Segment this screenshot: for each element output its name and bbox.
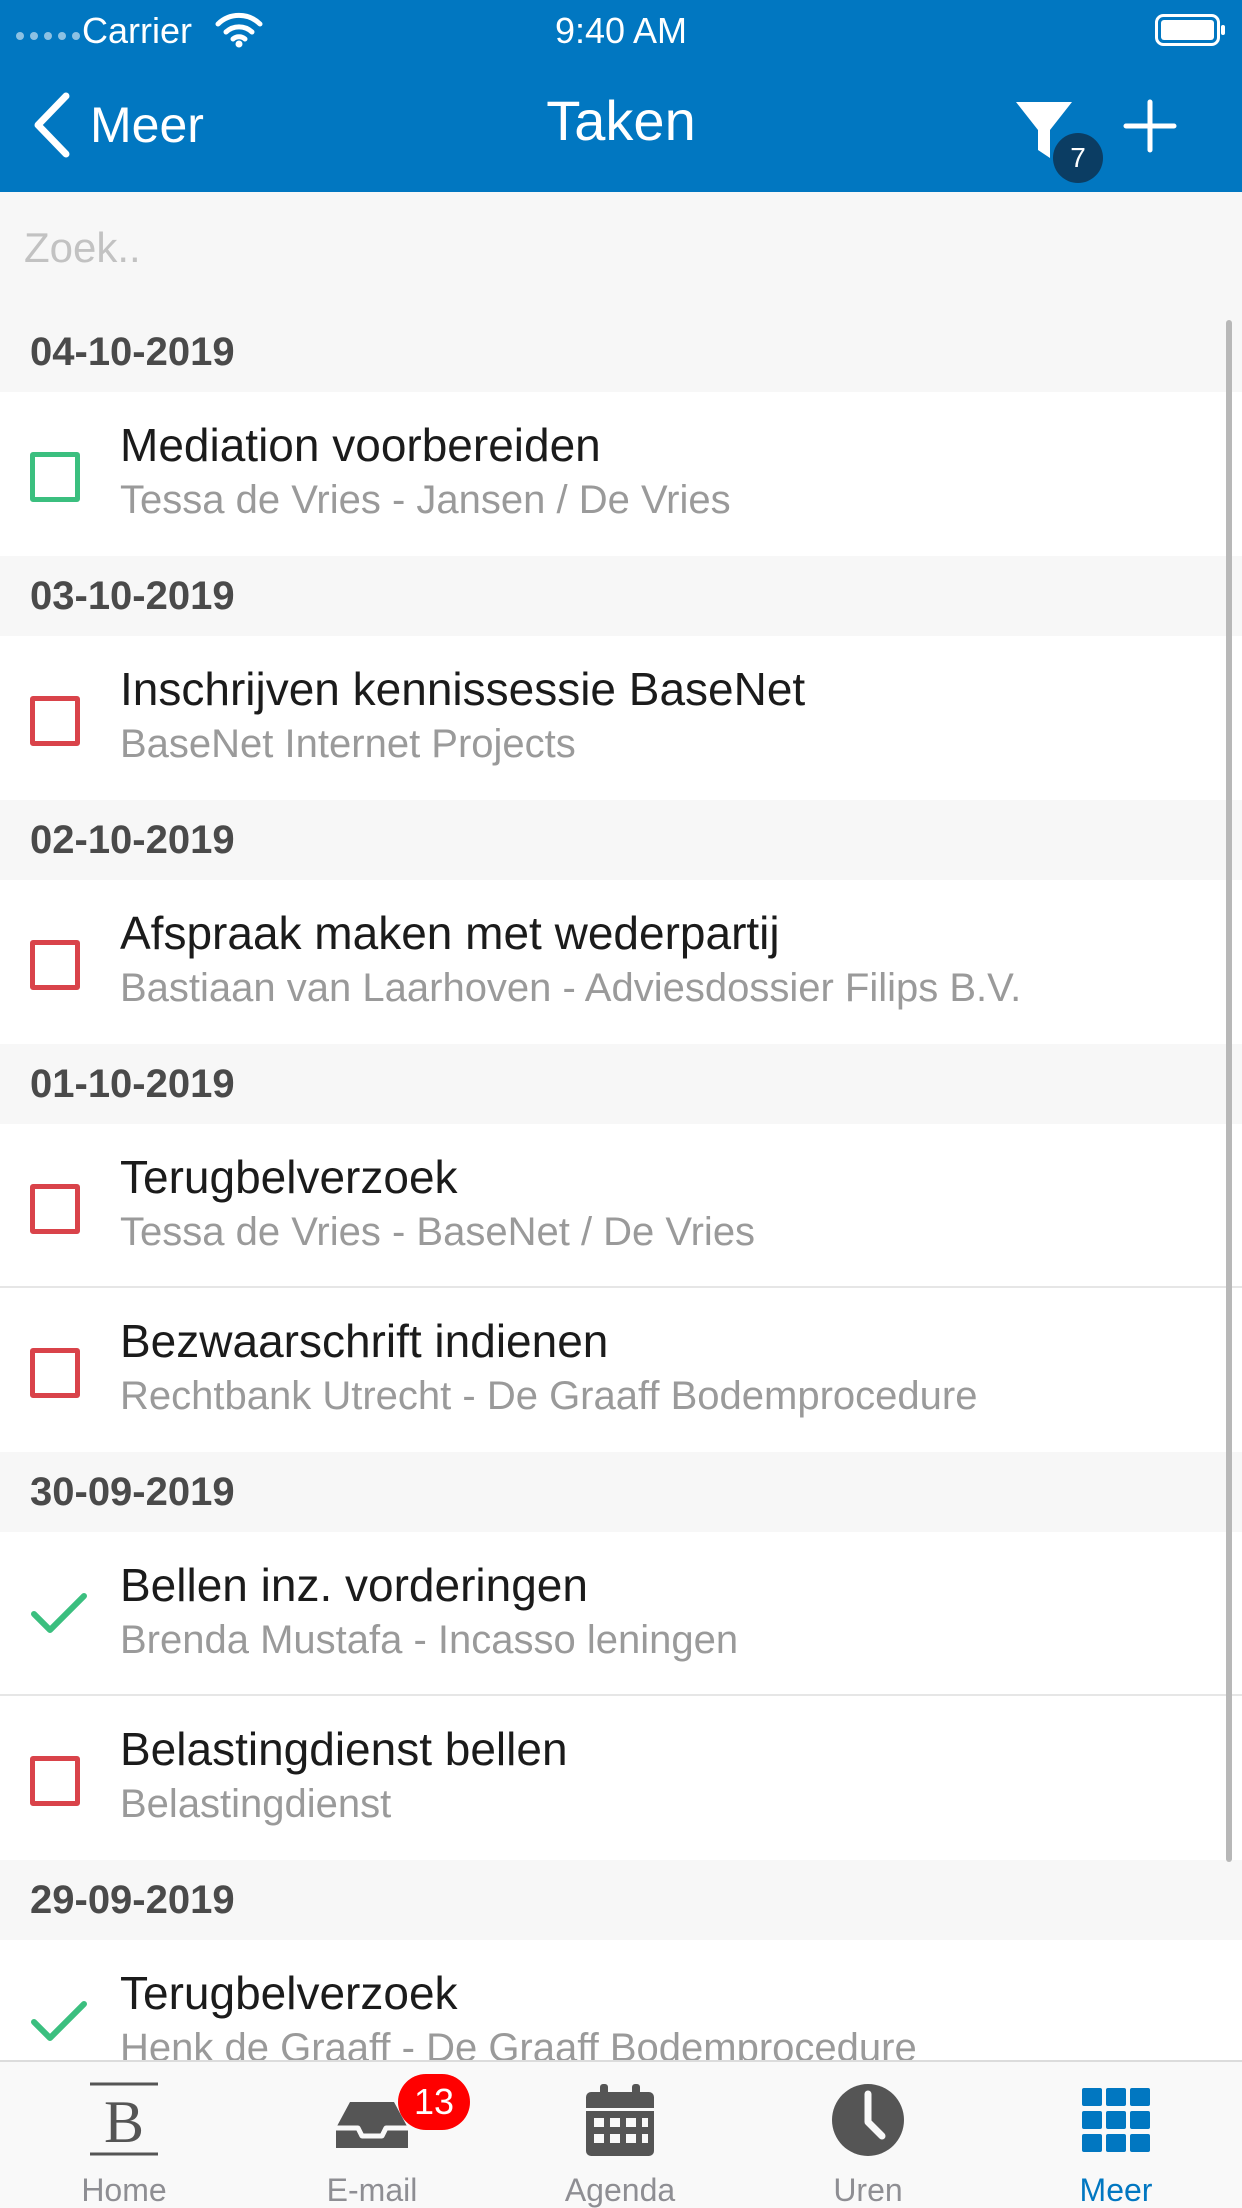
task-title: Mediation voorbereiden: [120, 419, 601, 471]
task-checkbox[interactable]: [30, 696, 80, 746]
tab-label-home: Home: [81, 2172, 167, 2208]
task-title: Belastingdienst bellen: [120, 1723, 568, 1775]
section-date-header: 02-10-2019: [0, 800, 1242, 880]
task-title: Terugbelverzoek: [120, 1967, 458, 2019]
task-checkbox[interactable]: [30, 1348, 80, 1398]
task-checkbox[interactable]: [30, 1756, 80, 1806]
task-subtitle: Henk de Graaff - De Graaff Bodemprocedur…: [120, 2026, 917, 2060]
task-subtitle: Tessa de Vries - Jansen / De Vries: [120, 478, 731, 522]
tab-bar: B Home 13 E-mail Agenda Uren Meer: [0, 2060, 1242, 2208]
search-bar: [0, 192, 1242, 312]
back-button[interactable]: Meer: [32, 90, 204, 160]
tab-label-meer: Meer: [1079, 2172, 1153, 2208]
tab-agenda[interactable]: Agenda: [496, 2062, 744, 2208]
section-date-header: 30-09-2019: [0, 1452, 1242, 1532]
task-row[interactable]: Afspraak maken met wederpartij Bastiaan v…: [0, 880, 1242, 1044]
tab-label-uren: Uren: [833, 2172, 903, 2208]
chevron-left-icon: [34, 92, 70, 158]
basenet-logo-icon: B: [90, 2082, 158, 2156]
tab-label-email: E-mail: [326, 2172, 418, 2208]
task-subtitle: Belastingdienst: [120, 1782, 392, 1826]
section-date-header: 04-10-2019: [0, 312, 1242, 392]
task-checkbox[interactable]: [30, 452, 80, 502]
task-title: Bezwaarschrift indienen: [120, 1315, 609, 1367]
grid-icon: [1082, 2088, 1150, 2152]
checkmark-icon[interactable]: [30, 1588, 88, 1638]
battery-icon: [1155, 14, 1225, 46]
email-unread-badge: 13: [398, 2074, 470, 2130]
tab-meer[interactable]: Meer: [992, 2062, 1240, 2208]
add-icon[interactable]: [1120, 96, 1180, 156]
checkmark-icon[interactable]: [30, 1996, 88, 2046]
task-subtitle: Brenda Mustafa - Incasso leningen: [120, 1618, 739, 1662]
section-date-header: 29-09-2019: [0, 1860, 1242, 1940]
task-row[interactable]: Belastingdienst bellen Belastingdienst: [0, 1696, 1242, 1860]
scrollbar[interactable]: [1226, 320, 1232, 1862]
task-subtitle: Bastiaan van Laarhoven - Adviesdossier F…: [120, 966, 1022, 1010]
task-subtitle: Tessa de Vries - BaseNet / De Vries: [120, 1210, 756, 1254]
task-subtitle: BaseNet Internet Projects: [120, 722, 576, 766]
section-date-header: 01-10-2019: [0, 1044, 1242, 1124]
back-label: Meer: [90, 97, 204, 153]
task-title: Bellen inz. vorderingen: [120, 1559, 588, 1611]
task-title: Terugbelverzoek: [120, 1151, 458, 1203]
filter-count-badge: 7: [1053, 133, 1103, 183]
task-row[interactable]: Bezwaarschrift indienen Rechtbank Utrecht…: [0, 1288, 1242, 1452]
svg-text:B: B: [104, 2089, 144, 2155]
search-input[interactable]: [24, 218, 1204, 278]
tab-home[interactable]: B Home: [0, 2062, 248, 2208]
task-row[interactable]: Bellen inz. vorderingen Brenda Mustafa - …: [0, 1532, 1242, 1696]
task-title: Inschrijven kennissessie BaseNet: [120, 663, 806, 715]
section-date-header: 03-10-2019: [0, 556, 1242, 636]
navigation-bar: Meer Taken 7: [0, 60, 1242, 192]
clock-time: 9:40 AM: [554, 10, 688, 51]
task-row[interactable]: Terugbelverzoek Tessa de Vries - BaseNet …: [0, 1124, 1242, 1288]
calendar-icon: [586, 2084, 654, 2156]
tab-email[interactable]: 13 E-mail: [248, 2062, 496, 2208]
tab-uren[interactable]: Uren: [744, 2062, 992, 2208]
task-title: Afspraak maken met wederpartij: [120, 907, 780, 959]
task-list: 04-10-2019 Mediation voorbereiden Tessa de…: [0, 312, 1242, 2060]
task-checkbox[interactable]: [30, 940, 80, 990]
task-row[interactable]: Terugbelverzoek Henk de Graaff - De Graaf…: [0, 1940, 1242, 2060]
task-subtitle: Rechtbank Utrecht - De Graaff Bodemproce…: [120, 1374, 978, 1418]
app-header: Carrier 9:40 AM Meer Taken 7: [0, 0, 1242, 192]
task-checkbox[interactable]: [30, 1184, 80, 1234]
status-bar: Carrier 9:40 AM: [0, 0, 1242, 60]
clock-icon: [832, 2084, 904, 2156]
tab-label-agenda: Agenda: [564, 2172, 676, 2208]
task-row[interactable]: Inschrijven kennissessie BaseNet BaseNet …: [0, 636, 1242, 800]
task-row[interactable]: Mediation voorbereiden Tessa de Vries - J…: [0, 392, 1242, 556]
